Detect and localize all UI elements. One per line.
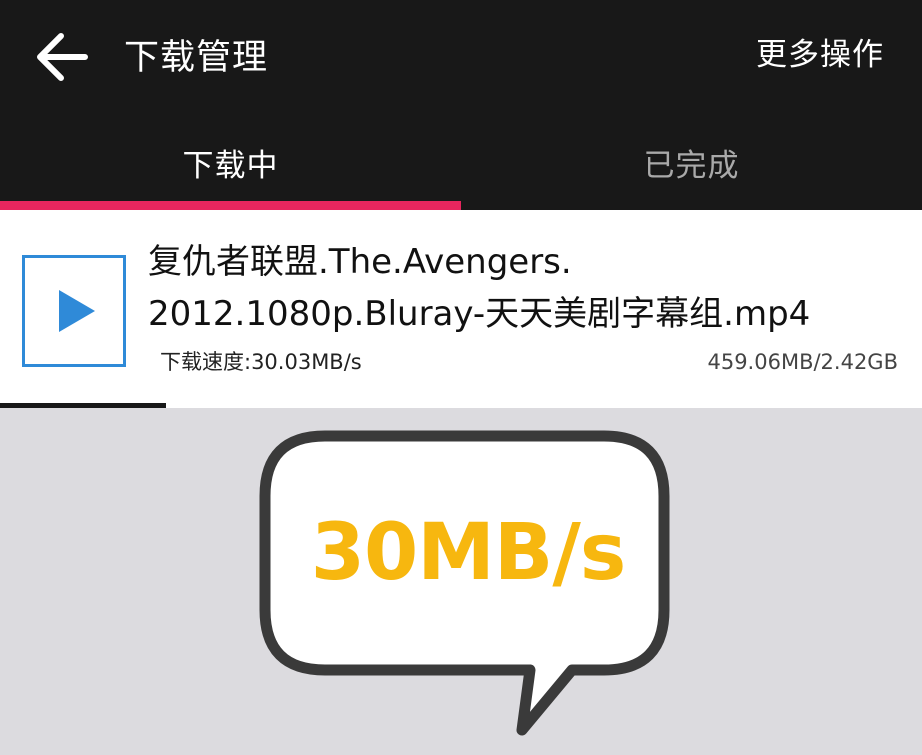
speed-callout-text: 30MB/s [310,508,627,598]
speech-bubble [259,430,670,736]
